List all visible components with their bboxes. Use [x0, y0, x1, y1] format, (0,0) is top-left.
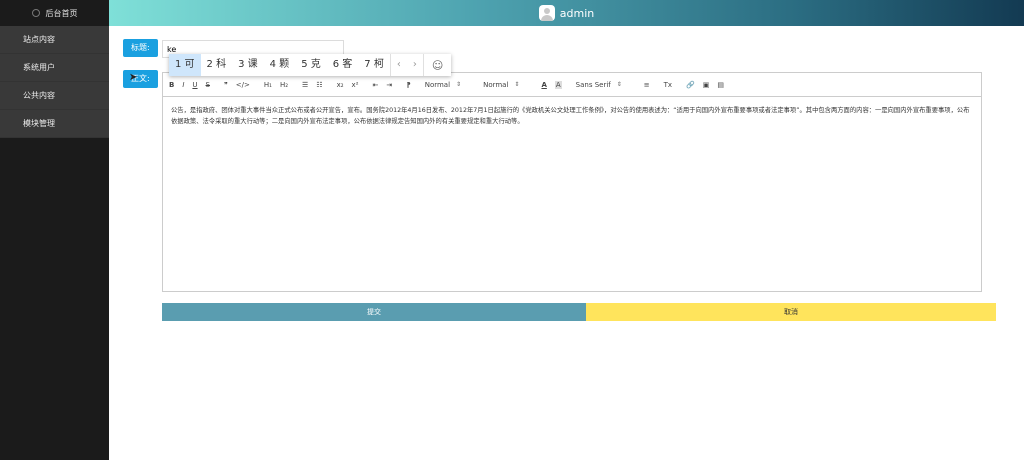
submit-button[interactable]: 提交 [162, 303, 586, 321]
ime-candidate[interactable]: 3 课 [232, 54, 264, 76]
ime-prev-icon[interactable]: ‹ [391, 54, 407, 76]
code-block-button[interactable]: </> [236, 81, 250, 89]
chevron-updown-icon: ⇕ [616, 81, 622, 88]
align-button[interactable]: ≡ [644, 81, 650, 89]
sidebar-title: 后台首页 [45, 8, 78, 18]
avatar[interactable] [538, 5, 555, 21]
sidebar-home[interactable]: 后台首页 [0, 0, 109, 26]
ime-next-icon[interactable]: › [407, 54, 423, 76]
subscript-button[interactable]: x₂ [337, 81, 344, 89]
sidebar-menu: 站点内容 系统用户 公共内容 模块管理 [0, 26, 109, 138]
image-button[interactable]: ▣ [703, 81, 710, 89]
sidebar-item-site-content[interactable]: 站点内容 [0, 26, 109, 54]
quote-button[interactable]: ❞ [224, 81, 228, 89]
ime-candidate[interactable]: 4 颗 [264, 54, 296, 76]
header2-button[interactable]: H₂ [280, 81, 288, 89]
cancel-button[interactable]: 取消 [586, 303, 996, 321]
sidebar-item-system-users[interactable]: 系统用户 [0, 54, 109, 82]
sidebar-item-module-management[interactable]: 模块管理 [0, 110, 109, 138]
header-select[interactable]: Normal ⇕ [483, 81, 519, 89]
underline-button[interactable]: U [192, 81, 197, 89]
ime-candidate[interactable]: 6 客 [327, 54, 359, 76]
text-direction-button[interactable]: ⁋ [406, 81, 410, 89]
chevron-updown-icon: ⇕ [456, 81, 462, 88]
emoji-icon[interactable]: ☺ [424, 59, 451, 72]
ime-candidate[interactable]: 2 科 [201, 54, 233, 76]
ime-candidate[interactable]: 7 柯 [358, 54, 390, 76]
header-select-value: Normal [483, 80, 509, 89]
sidebar: 后台首页 站点内容 系统用户 公共内容 模块管理 [0, 0, 109, 460]
clean-format-button[interactable]: Tx [664, 81, 672, 89]
chevron-updown-icon: ⇕ [514, 81, 520, 88]
font-select[interactable]: Sans Serif ⇕ [576, 81, 622, 89]
outdent-button[interactable]: ⇤ [373, 81, 379, 89]
main-content: 标题: 正文: ➤ B I U S ❞ </> H₁ H₂ ☰ ☷ x₂ x² … [109, 26, 1024, 460]
user-name[interactable]: admin [560, 7, 594, 20]
ime-candidate-popup: 1 可 2 科 3 课 4 颗 5 克 6 客 7 柯 ‹ › ☺ [169, 54, 452, 76]
title-label: 标题: [123, 39, 158, 57]
bullet-list-button[interactable]: ☷ [316, 81, 322, 89]
video-button[interactable]: ▤ [717, 81, 724, 89]
size-select-value: Normal [424, 80, 451, 89]
mouse-cursor-icon: ➤ [129, 72, 138, 83]
link-button[interactable]: 🔗 [686, 81, 695, 89]
sidebar-item-public-content[interactable]: 公共内容 [0, 82, 109, 110]
font-select-value: Sans Serif [575, 80, 611, 89]
italic-button[interactable]: I [182, 81, 184, 89]
home-icon [31, 9, 40, 17]
strike-button[interactable]: S [206, 81, 210, 89]
editor-text: 公告，是指政府、团体对重大事件当众正式公布或者公开宣告，宣布。国务院2012年4… [171, 107, 970, 125]
ordered-list-button[interactable]: ☰ [302, 81, 308, 89]
ime-candidate[interactable]: 5 克 [295, 54, 327, 76]
indent-button[interactable]: ⇥ [386, 81, 392, 89]
content-editor[interactable]: 公告，是指政府、团体对重大事件当众正式公布或者公开宣告，宣布。国务院2012年4… [162, 96, 982, 292]
top-header: admin [109, 0, 1024, 26]
superscript-button[interactable]: x² [352, 81, 359, 89]
bold-button[interactable]: B [169, 81, 174, 89]
text-color-button[interactable]: A [541, 81, 546, 89]
background-color-button[interactable]: A [554, 80, 562, 89]
size-select[interactable]: Normal ⇕ [425, 81, 461, 89]
ime-candidate[interactable]: 1 可 [169, 54, 201, 76]
header1-button[interactable]: H₁ [264, 81, 272, 89]
